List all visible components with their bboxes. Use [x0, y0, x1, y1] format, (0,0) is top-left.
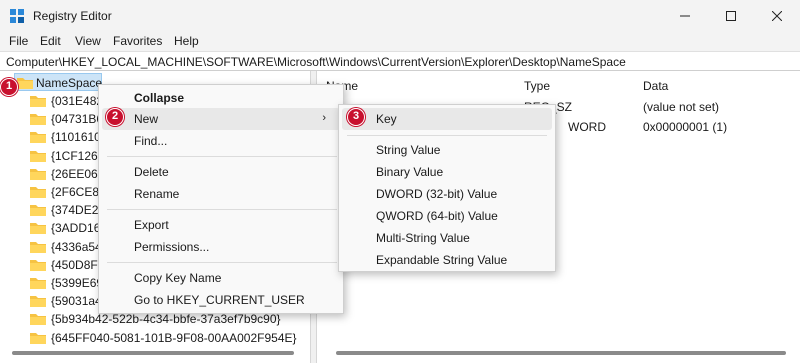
- menu-separator: [107, 209, 337, 210]
- step-badge-1: 1: [0, 78, 18, 96]
- tree-label: {5b934b42-522b-4c34-bbfe-37a3ef7b9c90}: [51, 312, 281, 327]
- tree-label: {59031a4: [51, 294, 102, 309]
- menu-view[interactable]: View: [74, 34, 102, 48]
- title-bar: Registry Editor: [0, 0, 800, 32]
- menu-item-find[interactable]: Find...: [99, 130, 343, 152]
- folder-icon: [30, 150, 46, 162]
- value-type-cell[interactable]: WORD: [568, 120, 606, 134]
- submenu-item-string-value[interactable]: String Value: [339, 139, 555, 161]
- menu-item-permissions[interactable]: Permissions...: [99, 236, 343, 258]
- tree-item[interactable]: {645FF040-5081-101B-9F08-00AA002F954E}: [30, 329, 300, 347]
- column-header-type[interactable]: Type: [524, 79, 550, 93]
- tree-label: {5399E69: [51, 276, 104, 290]
- address-path[interactable]: Computer\HKEY_LOCAL_MACHINE\SOFTWARE\Mic…: [6, 55, 626, 69]
- folder-icon: [30, 113, 46, 126]
- menu-favorites[interactable]: Favorites: [112, 34, 163, 48]
- submenu-item-dword-value[interactable]: DWORD (32-bit) Value: [339, 183, 555, 205]
- tree-label: {374DE2: [51, 203, 99, 218]
- folder-icon: [30, 332, 46, 344]
- menu-edit[interactable]: Edit: [39, 34, 62, 48]
- menu-help[interactable]: Help: [173, 34, 200, 48]
- folder-icon: [30, 168, 46, 180]
- tree-label: {031E482: [51, 94, 104, 108]
- column-header-data[interactable]: Data: [643, 79, 668, 93]
- folder-icon: [17, 77, 33, 89]
- folder-icon: [30, 186, 46, 198]
- window-title: Registry Editor: [33, 9, 112, 23]
- folder-icon: [30, 95, 46, 107]
- submenu-item-key[interactable]: Key: [342, 108, 552, 130]
- tree-label: {450D8F: [51, 257, 98, 272]
- menu-item-new[interactable]: New ›: [102, 108, 340, 130]
- tree-label: {4336a54: [51, 239, 102, 254]
- submenu-item-multi-string-value[interactable]: Multi-String Value: [339, 227, 555, 249]
- submenu-arrow-icon: ›: [322, 112, 326, 124]
- folder-icon: [30, 204, 46, 217]
- menu-item-delete[interactable]: Delete: [99, 161, 343, 183]
- folder-icon: [30, 131, 46, 144]
- menu-separator: [107, 156, 337, 157]
- folder-icon: [30, 277, 46, 289]
- menu-item-collapse[interactable]: Collapse: [99, 87, 343, 109]
- step-badge-2: 2: [106, 108, 124, 126]
- close-icon[interactable]: [754, 0, 800, 32]
- new-submenu: Key String Value Binary Value DWORD (32-…: [338, 104, 556, 272]
- tree-label: {1CF126: [51, 148, 98, 163]
- registry-app-icon: [9, 8, 25, 24]
- tree-label: {04731B6: [51, 112, 104, 127]
- menu-item-export[interactable]: Export: [99, 214, 343, 236]
- submenu-item-expandable-string-value[interactable]: Expandable String Value: [339, 249, 555, 271]
- folder-icon: [30, 313, 46, 326]
- tree-horizontal-scrollbar[interactable]: [12, 351, 294, 355]
- submenu-item-qword-value[interactable]: QWORD (64-bit) Value: [339, 205, 555, 227]
- menu-separator: [347, 135, 547, 136]
- tree-label: {3ADD16: [51, 221, 101, 236]
- step-badge-3: 3: [347, 108, 365, 126]
- tree-label: {26EE066: [51, 166, 105, 181]
- submenu-item-binary-value[interactable]: Binary Value: [339, 161, 555, 183]
- menu-bar: File Edit View Favorites Help: [0, 32, 800, 51]
- menu-item-rename[interactable]: Rename: [99, 183, 343, 205]
- menu-item-goto-hkcu[interactable]: Go to HKEY_CURRENT_USER: [99, 289, 343, 311]
- context-menu: Collapse New › Find... Delete Rename Expo…: [98, 84, 344, 314]
- value-data-cell[interactable]: 0x00000001 (1): [643, 120, 727, 134]
- menu-file[interactable]: File: [8, 34, 29, 48]
- tree-label: {645FF040-5081-101B-9F08-00AA002F954E}: [51, 330, 297, 345]
- folder-icon: [30, 259, 46, 271]
- maximize-icon[interactable]: [708, 0, 754, 32]
- tree-label: {1101610: [51, 130, 101, 145]
- value-data-cell[interactable]: (value not set): [643, 100, 719, 114]
- tree-label: {2F6CE8: [51, 185, 100, 199]
- folder-icon: [30, 241, 46, 253]
- menu-item-copy-key-name[interactable]: Copy Key Name: [99, 267, 343, 289]
- tree-item-namespace[interactable]: NameSpace: [14, 73, 102, 91]
- values-horizontal-scrollbar[interactable]: [336, 351, 786, 355]
- folder-icon: [30, 295, 46, 308]
- menu-separator: [107, 262, 337, 263]
- folder-icon: [30, 222, 46, 235]
- tree-label: NameSpace: [36, 76, 103, 90]
- minimize-icon[interactable]: [662, 0, 708, 32]
- address-bar[interactable]: Computer\HKEY_LOCAL_MACHINE\SOFTWARE\Mic…: [0, 51, 800, 71]
